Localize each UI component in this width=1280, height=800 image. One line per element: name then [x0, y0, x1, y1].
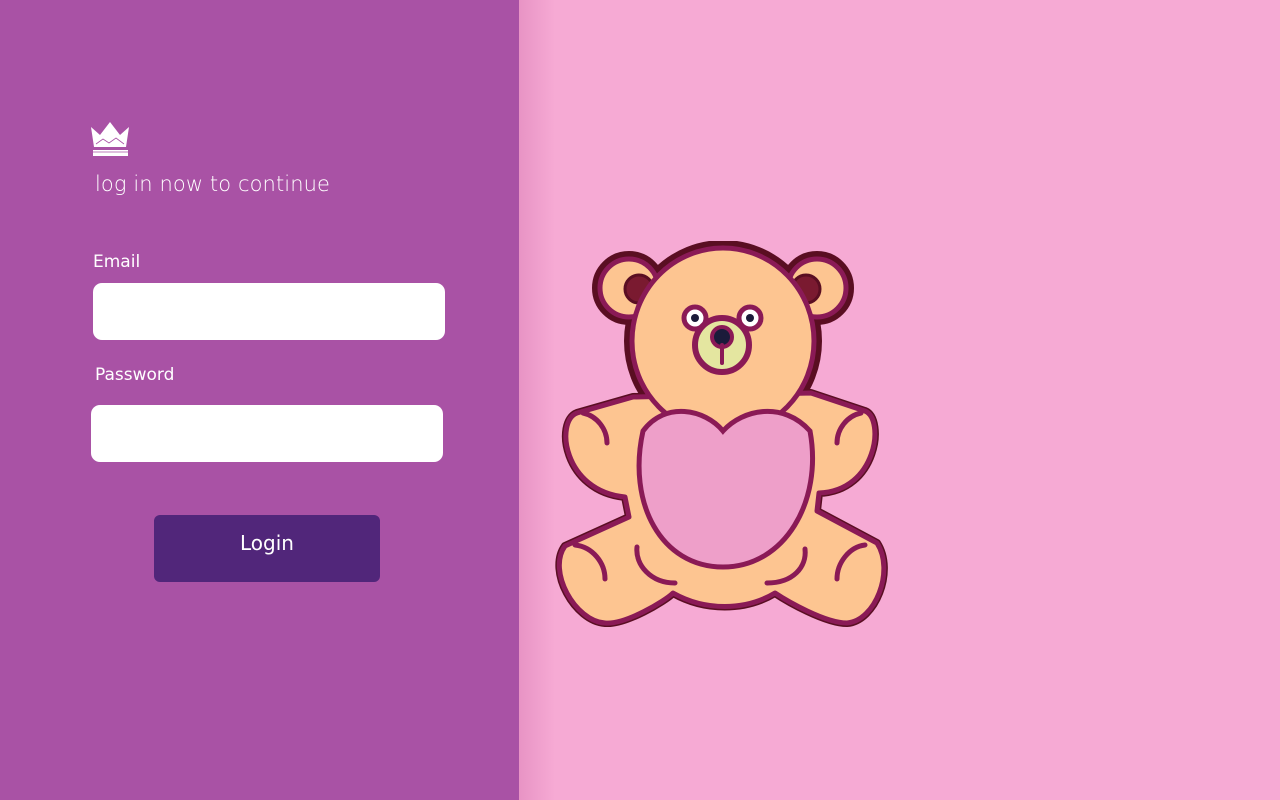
- panel-shadow: [519, 0, 555, 800]
- login-panel: log in now to continue Email Password Lo…: [0, 0, 519, 800]
- crown-icon: [91, 122, 129, 156]
- teddy-bear-icon: [555, 241, 888, 627]
- email-field[interactable]: [93, 283, 445, 340]
- login-subtitle: log in now to continue: [95, 172, 331, 196]
- login-page: log in now to continue Email Password Lo…: [0, 0, 1280, 800]
- password-field[interactable]: [91, 405, 443, 462]
- password-label: Password: [95, 365, 175, 385]
- login-button[interactable]: Login: [154, 515, 380, 582]
- email-label: Email: [93, 252, 141, 272]
